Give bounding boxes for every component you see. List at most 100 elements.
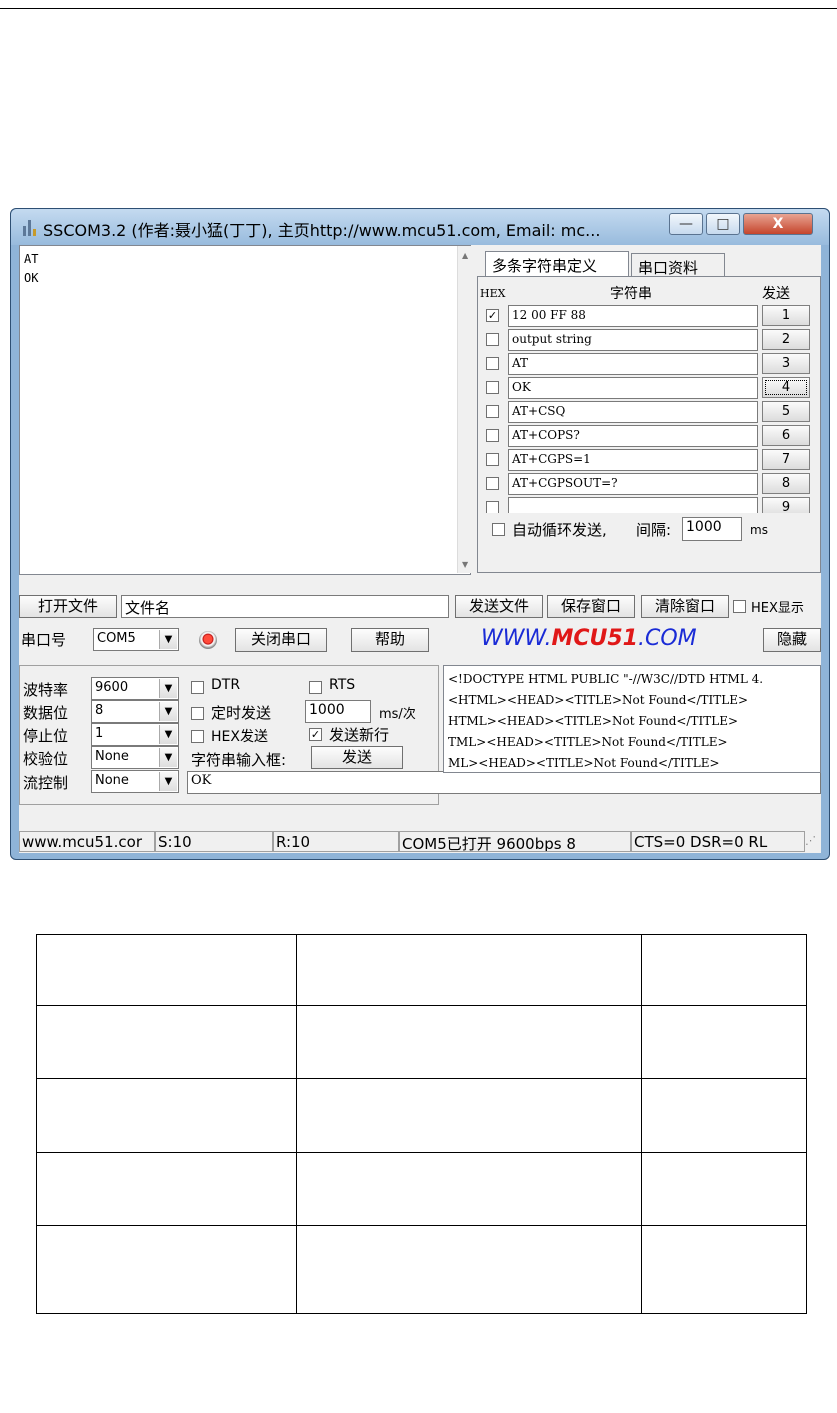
table-cell	[296, 1152, 642, 1226]
hex-checkbox[interactable]	[486, 453, 499, 466]
databits-select[interactable]: 8 ▼	[91, 700, 179, 723]
table-cell	[296, 934, 642, 1006]
status-port: COM5已打开 9600bps 8	[399, 831, 631, 852]
scroll-up-icon[interactable]: ▲	[462, 251, 468, 260]
status-signals: CTS=0 DSR=0 RL	[631, 831, 805, 852]
send-input[interactable]: OK	[187, 771, 821, 794]
chevron-down-icon[interactable]: ▼	[159, 772, 177, 791]
html-log-line: HTML><HEAD><TITLE>Not Found</TITLE>	[448, 714, 739, 728]
send-newline-checkbox[interactable]: ✓	[309, 728, 322, 741]
maximize-button[interactable]: □	[706, 213, 740, 235]
string-field[interactable]: AT+CGPS=1	[508, 449, 758, 471]
dtr-checkbox[interactable]	[191, 681, 204, 694]
rts-checkbox[interactable]	[309, 681, 322, 694]
html-log-line: TML><HEAD><TITLE>Not Found</TITLE>	[448, 735, 728, 749]
receive-scrollbar[interactable]: ▲ ▼	[457, 246, 472, 573]
html-log-line: <!DOCTYPE HTML PUBLIC "-//W3C//DTD HTML …	[448, 672, 764, 686]
tab-container: 多条字符串定义 串口资料 HEX 字符串 发送 ✓ 12 00 FF 88 1 …	[477, 245, 821, 575]
send-string-button[interactable]: 8	[762, 473, 810, 494]
string-row: OK 4	[482, 377, 814, 399]
hex-display-checkbox[interactable]	[733, 600, 746, 613]
loop-send-checkbox[interactable]	[492, 523, 505, 536]
hex-checkbox[interactable]	[486, 477, 499, 490]
close-button[interactable]: X	[743, 213, 813, 235]
chevron-down-icon[interactable]: ▼	[159, 630, 177, 649]
empty-table	[36, 934, 807, 1314]
html-log-line: <HTML><HEAD><TITLE>Not Found</TITLE>	[448, 693, 749, 707]
save-window-button[interactable]: 保存窗口	[547, 595, 635, 618]
chevron-down-icon[interactable]: ▼	[159, 725, 177, 744]
string-field[interactable]: 12 00 FF 88	[508, 305, 758, 327]
interval-input[interactable]: 1000	[682, 517, 742, 541]
string-row: AT 3	[482, 353, 814, 375]
app-icon	[23, 220, 37, 236]
minimize-button[interactable]: —	[669, 213, 703, 235]
send-newline-label: 发送新行	[329, 726, 390, 744]
chevron-down-icon[interactable]: ▼	[159, 679, 177, 698]
hex-checkbox[interactable]	[486, 429, 499, 442]
send-string-button[interactable]: 1	[762, 305, 810, 326]
filename-field[interactable]: 文件名	[121, 595, 449, 618]
hex-checkbox[interactable]	[486, 381, 499, 394]
table-row	[36, 1152, 807, 1226]
hex-checkbox[interactable]: ✓	[486, 309, 499, 322]
port-select[interactable]: COM5 ▼	[93, 628, 179, 651]
send-string-button[interactable]: 4	[762, 377, 810, 398]
sscom-window: SSCOM3.2 (作者:聂小猛(丁丁), 主页http://www.mcu51…	[10, 208, 830, 860]
page-top-rule	[0, 8, 837, 9]
rts-label: RTS	[329, 677, 356, 693]
receive-line: AT	[24, 252, 39, 266]
hex-send-label: HEX发送	[211, 729, 268, 745]
title-bar[interactable]: SSCOM3.2 (作者:聂小猛(丁丁), 主页http://www.mcu51…	[11, 209, 829, 245]
window-client: AT OK ▲ ▼ 多条字符串定义 串口资料 HEX 字符串 发送 ✓ 12 0…	[19, 245, 821, 853]
send-string-button[interactable]: 7	[762, 449, 810, 470]
tab-multi-string[interactable]: 多条字符串定义	[485, 251, 629, 277]
string-field[interactable]: OK	[508, 377, 758, 399]
table-row	[36, 1078, 807, 1153]
send-string-button[interactable]: 6	[762, 425, 810, 446]
hex-column-header: HEX	[480, 287, 506, 300]
string-field[interactable]: AT+CSQ	[508, 401, 758, 423]
baud-select[interactable]: 9600 ▼	[91, 677, 179, 700]
string-field[interactable]: output string	[508, 329, 758, 351]
send-string-button[interactable]: 5	[762, 401, 810, 422]
interval-label: 间隔:	[636, 521, 672, 539]
hide-button[interactable]: 隐藏	[763, 628, 821, 652]
flow-label: 流控制	[23, 774, 69, 792]
html-log[interactable]: <!DOCTYPE HTML PUBLIC "-//W3C//DTD HTML …	[443, 665, 821, 773]
string-row: AT+CGPSOUT=? 8	[482, 473, 814, 495]
hex-checkbox[interactable]	[486, 333, 499, 346]
send-file-button[interactable]: 发送文件	[455, 595, 543, 618]
table-cell	[36, 934, 297, 1006]
close-port-button[interactable]: 关闭串口	[235, 628, 327, 652]
tab-port-info[interactable]: 串口资料	[631, 253, 725, 277]
string-column-header: 字符串	[610, 286, 652, 302]
chevron-down-icon[interactable]: ▼	[159, 748, 177, 767]
resize-grip-icon[interactable]: ⋰	[805, 834, 819, 850]
scroll-down-icon[interactable]: ▼	[462, 560, 468, 569]
table-cell	[641, 934, 807, 1006]
hex-display-label: HEX显示	[751, 601, 804, 616]
timed-send-checkbox[interactable]	[191, 707, 204, 720]
send-string-button[interactable]: 2	[762, 329, 810, 350]
string-row: AT+CSQ 5	[482, 401, 814, 423]
send-string-button[interactable]: 3	[762, 353, 810, 374]
receive-textarea[interactable]: AT OK	[19, 245, 471, 575]
mcu51-logo[interactable]: WWW.MCU51.COM	[481, 626, 697, 651]
string-field[interactable]: AT+COPS?	[508, 425, 758, 447]
string-field[interactable]: AT+CGPSOUT=?	[508, 473, 758, 495]
parity-select[interactable]: None ▼	[91, 746, 179, 769]
string-field[interactable]: AT	[508, 353, 758, 375]
chevron-down-icon[interactable]: ▼	[159, 702, 177, 721]
hex-checkbox[interactable]	[486, 405, 499, 418]
stopbits-select[interactable]: 1 ▼	[91, 723, 179, 746]
send-column-header: 发送	[762, 286, 790, 302]
hex-send-checkbox[interactable]	[191, 730, 204, 743]
flow-select[interactable]: None ▼	[91, 770, 179, 793]
clear-window-button[interactable]: 清除窗口	[641, 595, 729, 618]
hex-checkbox[interactable]	[486, 357, 499, 370]
send-button[interactable]: 发送	[311, 746, 403, 769]
timed-interval-input[interactable]: 1000	[305, 700, 371, 723]
open-file-button[interactable]: 打开文件	[19, 595, 117, 618]
help-button[interactable]: 帮助	[351, 628, 429, 652]
